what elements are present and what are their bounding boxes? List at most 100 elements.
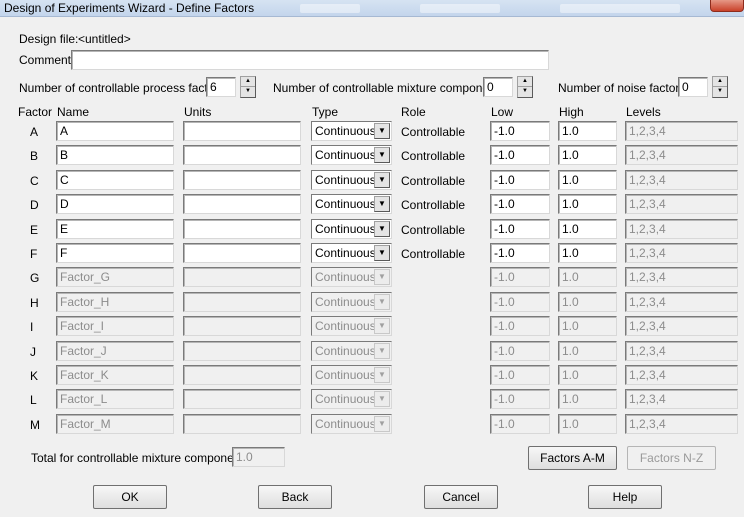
factor-low-input[interactable]: -1.0 bbox=[490, 121, 550, 141]
spin-up-icon[interactable]: ▲ bbox=[518, 77, 532, 87]
factor-type-select[interactable]: Continuous ▼ bbox=[311, 121, 392, 141]
factor-low-input[interactable]: -1.0 bbox=[490, 194, 550, 214]
factor-units-input[interactable] bbox=[183, 243, 301, 263]
factor-low-input[interactable]: -1.0 bbox=[490, 170, 550, 190]
chevron-down-icon[interactable]: ▼ bbox=[374, 416, 390, 432]
factor-low-input[interactable]: -1.0 bbox=[490, 243, 550, 263]
factor-high-input[interactable]: 1.0 bbox=[558, 292, 617, 312]
factor-units-input[interactable] bbox=[183, 170, 301, 190]
noise-factors-input[interactable]: 0 bbox=[678, 77, 708, 97]
factors-n-z-button[interactable]: Factors N-Z bbox=[627, 446, 716, 470]
factor-type-select[interactable]: Continuous ▼ bbox=[311, 145, 392, 165]
factor-type-select[interactable]: Continuous ▼ bbox=[311, 170, 392, 190]
factor-high-input[interactable]: 1.0 bbox=[558, 316, 617, 336]
factor-units-input[interactable] bbox=[183, 341, 301, 361]
factor-type-select[interactable]: Continuous ▼ bbox=[311, 219, 392, 239]
factor-levels-input[interactable]: 1,2,3,4 bbox=[625, 194, 738, 214]
factor-low-input[interactable]: -1.0 bbox=[490, 341, 550, 361]
chevron-down-icon[interactable]: ▼ bbox=[374, 391, 390, 407]
factor-name-input[interactable]: Factor_J bbox=[56, 341, 174, 361]
factor-high-input[interactable]: 1.0 bbox=[558, 341, 617, 361]
chevron-down-icon[interactable]: ▼ bbox=[374, 367, 390, 383]
factor-name-input[interactable]: Factor_G bbox=[56, 267, 174, 287]
spin-down-icon[interactable]: ▼ bbox=[713, 87, 727, 97]
spin-down-icon[interactable]: ▼ bbox=[518, 87, 532, 97]
factor-name-input[interactable]: Factor_K bbox=[56, 365, 174, 385]
process-factors-input[interactable]: 6 bbox=[206, 77, 236, 97]
chevron-down-icon[interactable]: ▼ bbox=[374, 123, 390, 139]
factor-low-input[interactable]: -1.0 bbox=[490, 219, 550, 239]
factor-low-input[interactable]: -1.0 bbox=[490, 267, 550, 287]
factor-type-select[interactable]: Continuous ▼ bbox=[311, 316, 392, 336]
factor-name-input[interactable]: Factor_I bbox=[56, 316, 174, 336]
chevron-down-icon[interactable]: ▼ bbox=[374, 172, 390, 188]
factor-high-input[interactable]: 1.0 bbox=[558, 219, 617, 239]
mixture-components-stepper[interactable]: ▲ ▼ bbox=[517, 76, 533, 98]
chevron-down-icon[interactable]: ▼ bbox=[374, 294, 390, 310]
mixture-components-input[interactable]: 0 bbox=[483, 77, 513, 97]
factor-type-select[interactable]: Continuous ▼ bbox=[311, 341, 392, 361]
factor-low-input[interactable]: -1.0 bbox=[490, 145, 550, 165]
factor-name-input[interactable]: E bbox=[56, 219, 174, 239]
factor-units-input[interactable] bbox=[183, 389, 301, 409]
factor-units-input[interactable] bbox=[183, 194, 301, 214]
factor-name-input[interactable]: B bbox=[56, 145, 174, 165]
factor-levels-input[interactable]: 1,2,3,4 bbox=[625, 341, 738, 361]
factor-levels-input[interactable]: 1,2,3,4 bbox=[625, 365, 738, 385]
chevron-down-icon[interactable]: ▼ bbox=[374, 318, 390, 334]
factor-high-input[interactable]: 1.0 bbox=[558, 145, 617, 165]
chevron-down-icon[interactable]: ▼ bbox=[374, 221, 390, 237]
factor-name-input[interactable]: Factor_M bbox=[56, 414, 174, 434]
factor-low-input[interactable]: -1.0 bbox=[490, 316, 550, 336]
factor-levels-input[interactable]: 1,2,3,4 bbox=[625, 170, 738, 190]
factor-levels-input[interactable]: 1,2,3,4 bbox=[625, 145, 738, 165]
spin-up-icon[interactable]: ▲ bbox=[713, 77, 727, 87]
cancel-button[interactable]: Cancel bbox=[424, 485, 498, 509]
factor-levels-input[interactable]: 1,2,3,4 bbox=[625, 316, 738, 336]
chevron-down-icon[interactable]: ▼ bbox=[374, 343, 390, 359]
factor-levels-input[interactable]: 1,2,3,4 bbox=[625, 389, 738, 409]
factor-high-input[interactable]: 1.0 bbox=[558, 170, 617, 190]
factor-units-input[interactable] bbox=[183, 219, 301, 239]
factor-type-select[interactable]: Continuous ▼ bbox=[311, 194, 392, 214]
factor-units-input[interactable] bbox=[183, 316, 301, 336]
factor-levels-input[interactable]: 1,2,3,4 bbox=[625, 219, 738, 239]
factor-high-input[interactable]: 1.0 bbox=[558, 243, 617, 263]
factor-units-input[interactable] bbox=[183, 292, 301, 312]
help-button[interactable]: Help bbox=[588, 485, 662, 509]
factor-name-input[interactable]: F bbox=[56, 243, 174, 263]
factor-units-input[interactable] bbox=[183, 365, 301, 385]
factor-units-input[interactable] bbox=[183, 121, 301, 141]
factor-low-input[interactable]: -1.0 bbox=[490, 389, 550, 409]
factor-high-input[interactable]: 1.0 bbox=[558, 121, 617, 141]
factor-name-input[interactable]: Factor_H bbox=[56, 292, 174, 312]
factor-low-input[interactable]: -1.0 bbox=[490, 292, 550, 312]
factor-levels-input[interactable]: 1,2,3,4 bbox=[625, 243, 738, 263]
factor-high-input[interactable]: 1.0 bbox=[558, 365, 617, 385]
window-close-button[interactable] bbox=[710, 0, 744, 12]
chevron-down-icon[interactable]: ▼ bbox=[374, 147, 390, 163]
chevron-down-icon[interactable]: ▼ bbox=[374, 196, 390, 212]
factor-levels-input[interactable]: 1,2,3,4 bbox=[625, 414, 738, 434]
factor-name-input[interactable]: Factor_L bbox=[56, 389, 174, 409]
chevron-down-icon[interactable]: ▼ bbox=[374, 269, 390, 285]
factor-type-select[interactable]: Continuous ▼ bbox=[311, 243, 392, 263]
factor-high-input[interactable]: 1.0 bbox=[558, 194, 617, 214]
factor-levels-input[interactable]: 1,2,3,4 bbox=[625, 292, 738, 312]
noise-factors-stepper[interactable]: ▲ ▼ bbox=[712, 76, 728, 98]
factor-name-input[interactable]: D bbox=[56, 194, 174, 214]
process-factors-stepper[interactable]: ▲ ▼ bbox=[240, 76, 256, 98]
factor-type-select[interactable]: Continuous ▼ bbox=[311, 292, 392, 312]
factor-name-input[interactable]: A bbox=[56, 121, 174, 141]
factors-a-m-button[interactable]: Factors A-M bbox=[528, 446, 617, 470]
factor-high-input[interactable]: 1.0 bbox=[558, 389, 617, 409]
factor-type-select[interactable]: Continuous ▼ bbox=[311, 414, 392, 434]
factor-low-input[interactable]: -1.0 bbox=[490, 365, 550, 385]
factor-units-input[interactable] bbox=[183, 145, 301, 165]
factor-type-select[interactable]: Continuous ▼ bbox=[311, 389, 392, 409]
back-button[interactable]: Back bbox=[258, 485, 332, 509]
spin-up-icon[interactable]: ▲ bbox=[241, 77, 255, 87]
factor-low-input[interactable]: -1.0 bbox=[490, 414, 550, 434]
factor-type-select[interactable]: Continuous ▼ bbox=[311, 365, 392, 385]
factor-high-input[interactable]: 1.0 bbox=[558, 267, 617, 287]
